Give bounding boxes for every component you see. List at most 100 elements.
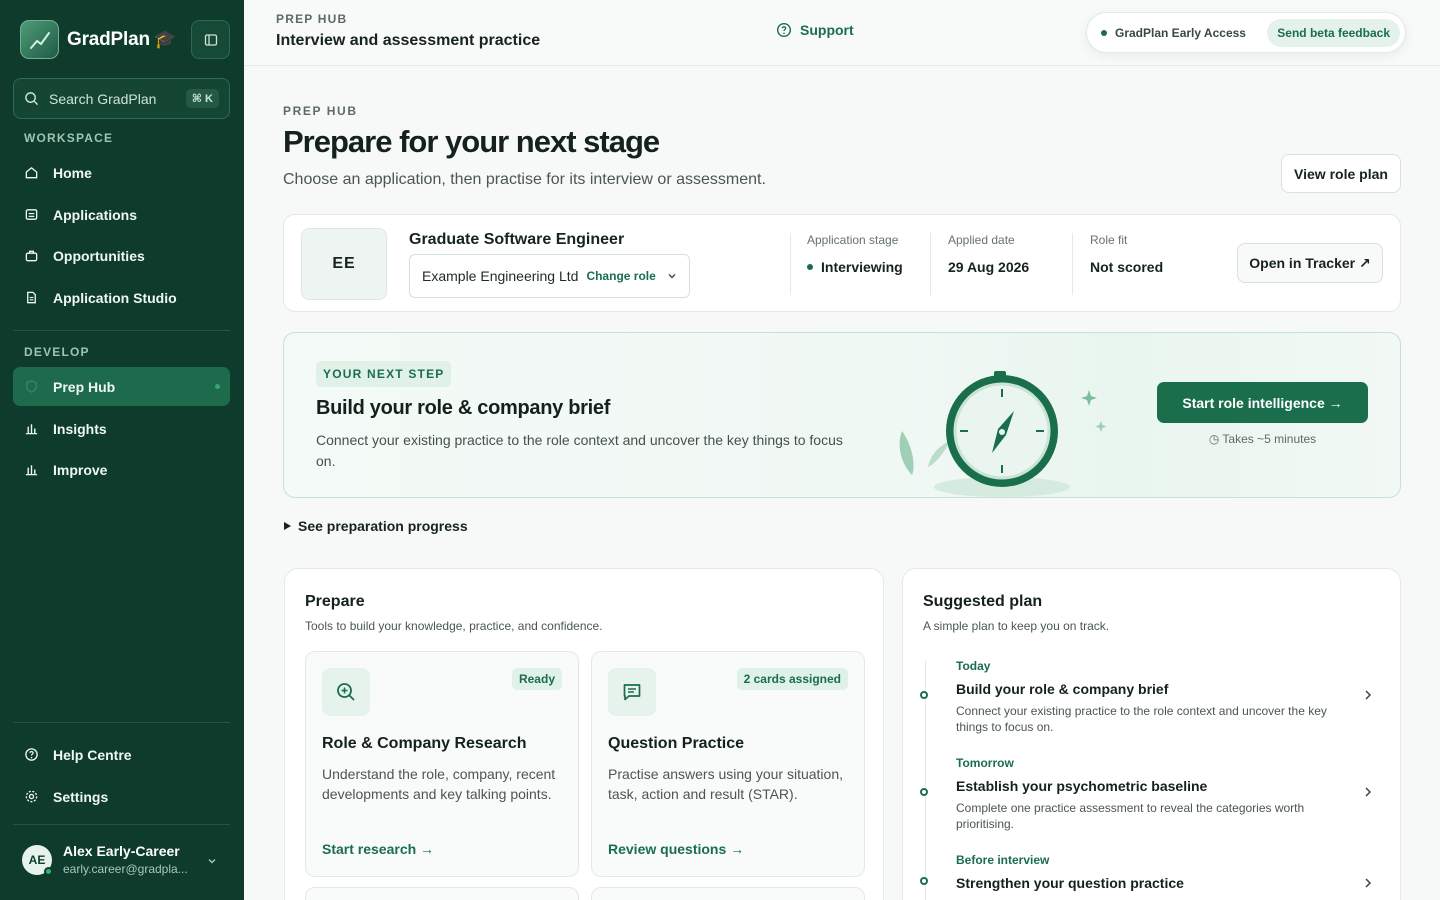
- sidebar-item-application-studio[interactable]: Application Studio: [13, 278, 230, 317]
- topbar-kicker: PREP HUB: [276, 12, 348, 26]
- chevron-right-icon: [1365, 878, 1372, 888]
- user-menu[interactable]: AE Alex Early-Career early.career@gradpl…: [22, 843, 222, 876]
- graduation-cap-icon: 🎓: [153, 29, 177, 49]
- plan-step-dot: [920, 877, 928, 885]
- change-role-link[interactable]: Change role: [586, 269, 655, 283]
- plan-item-title: Establish your psychometric baseline: [956, 778, 1208, 794]
- shield-icon: [26, 380, 37, 393]
- role-card: EE Graduate Software Engineer Example En…: [283, 214, 1401, 312]
- top-bar: PREP HUB Interview and assessment practi…: [244, 0, 1440, 66]
- sidebar-item-label: Improve: [53, 461, 108, 478]
- role-fit-value: Not scored: [1090, 259, 1164, 275]
- chevron-down-icon: [208, 859, 216, 864]
- status-badge: Ready: [511, 668, 562, 690]
- stage-value: Interviewing: [821, 259, 903, 275]
- next-step-pill: YOUR NEXT STEP: [316, 361, 452, 387]
- applications-icon: [25, 209, 38, 220]
- stat-divider: [1072, 233, 1073, 295]
- stat-label: Application stage: [807, 233, 899, 247]
- stat-divider: [930, 233, 931, 295]
- open-in-tracker-button[interactable]: Open in Tracker ↗: [1237, 243, 1383, 283]
- page-subtitle: Choose an application, then practise for…: [283, 171, 766, 188]
- caret-right-icon: [284, 522, 291, 530]
- stat-label: Role fit: [1090, 233, 1128, 247]
- start-role-intelligence-button[interactable]: Start role intelligence →: [1157, 382, 1368, 423]
- plan-item-description: Connect your existing practice to the ro…: [956, 704, 1327, 734]
- sidebar-item-home[interactable]: Home: [13, 153, 230, 192]
- page-kicker: PREP HUB: [283, 104, 358, 118]
- sidebar-item-help-centre[interactable]: Help Centre: [13, 735, 230, 774]
- gear-icon: [25, 790, 38, 803]
- role-fit: Role fit Not scored: [1090, 233, 1163, 275]
- support-label: Support: [800, 22, 854, 38]
- sidebar-item-improve[interactable]: Improve: [13, 450, 230, 489]
- start-research-link[interactable]: Start research →: [322, 841, 434, 857]
- help-icon: [776, 22, 792, 38]
- sidebar-item-prep-hub[interactable]: Prep Hub: [13, 367, 230, 406]
- beta-label: GradPlan Early Access: [1115, 25, 1246, 40]
- search-input[interactable]: Search GradPlan ⌘ K: [13, 78, 230, 119]
- next-step-title: Build your role & company brief: [316, 397, 611, 419]
- sidebar-item-label: Settings: [53, 788, 109, 805]
- plan-when: Tomorrow: [956, 756, 1014, 770]
- develop-section-label: DEVELOP: [24, 345, 90, 359]
- sidebar-item-applications[interactable]: Applications: [13, 195, 230, 234]
- sidebar-toggle-icon: [204, 33, 217, 46]
- next-step-description: Connect your existing practice to the ro…: [316, 432, 843, 469]
- search-placeholder: Search GradPlan: [49, 90, 157, 107]
- next-step-banner: YOUR NEXT STEP Build your role & company…: [283, 332, 1401, 498]
- view-role-plan-button[interactable]: View role plan: [1281, 154, 1401, 193]
- sidebar-item-label: Help Centre: [53, 746, 132, 763]
- sidebar: GradPlan 🎓 Search GradPlan ⌘ K WORKSPACE…: [0, 0, 244, 900]
- zoom-in-icon: [322, 668, 370, 716]
- preparation-progress-toggle[interactable]: See preparation progress: [283, 518, 468, 534]
- company-name: Example Engineering Ltd: [422, 268, 579, 284]
- sidebar-divider: [13, 330, 230, 331]
- sidebar-item-label: Applications: [53, 206, 138, 223]
- user-name: Alex Early-Career: [63, 843, 180, 859]
- review-questions-link[interactable]: Review questions →: [608, 841, 744, 857]
- brand[interactable]: GradPlan 🎓: [20, 20, 176, 59]
- prepare-title: Prepare: [305, 593, 365, 610]
- application-stage: Application stage Interviewing: [807, 233, 903, 275]
- document-icon: [27, 291, 36, 304]
- company-select[interactable]: Example Engineering Ltd Change role: [409, 254, 690, 298]
- plan-step-dot: [920, 691, 928, 699]
- tool-card[interactable]: [591, 887, 865, 900]
- preparation-progress-label: See preparation progress: [298, 518, 468, 534]
- collapse-sidebar-button[interactable]: [191, 20, 230, 59]
- tool-card[interactable]: [305, 887, 579, 900]
- bar-chart-icon: [25, 424, 38, 435]
- sidebar-item-opportunities[interactable]: Opportunities: [13, 236, 230, 275]
- home-icon: [25, 166, 38, 179]
- company-logo: EE: [301, 228, 387, 300]
- plan-item-description: Complete one practice assessment to reve…: [956, 801, 1305, 831]
- support-link[interactable]: Support: [776, 22, 854, 38]
- role-company-research-card[interactable]: Ready Role & Company Research Understand…: [305, 651, 579, 877]
- send-beta-feedback-button[interactable]: Send beta feedback: [1267, 18, 1400, 47]
- chat-icon: [608, 668, 656, 716]
- role-title: Graduate Software Engineer: [409, 231, 625, 248]
- chevron-right-icon: [1365, 787, 1372, 797]
- prepare-subtitle: Tools to build your knowledge, practice,…: [305, 619, 603, 633]
- compass-illustration: [899, 371, 1107, 497]
- next-step-duration: ◷ Takes ~5 minutes: [1208, 432, 1317, 446]
- sidebar-item-label: Insights: [53, 420, 107, 437]
- avatar-initials: AE: [28, 852, 46, 867]
- plan-step-dot: [920, 788, 928, 796]
- sidebar-item-label: Opportunities: [53, 247, 145, 264]
- chevron-right-icon: [1365, 690, 1372, 700]
- online-status-dot: [44, 866, 53, 876]
- user-email: early.career@gradpla...: [63, 862, 188, 876]
- sidebar-item-label: Prep Hub: [53, 378, 116, 395]
- search-icon: [25, 92, 39, 106]
- help-icon: [25, 748, 38, 761]
- plan-item-title: Build your role & company brief: [956, 681, 1169, 697]
- plan-item-title: Strengthen your question practice: [956, 875, 1184, 891]
- sidebar-item-insights[interactable]: Insights: [13, 409, 230, 448]
- chevron-down-icon: [668, 274, 676, 279]
- sidebar-item-label: Application Studio: [53, 289, 177, 306]
- sidebar-item-settings[interactable]: Settings: [13, 777, 230, 816]
- question-practice-card[interactable]: 2 cards assigned Question Practice Pract…: [591, 651, 865, 877]
- applied-date: Applied date 29 Aug 2026: [948, 233, 1029, 275]
